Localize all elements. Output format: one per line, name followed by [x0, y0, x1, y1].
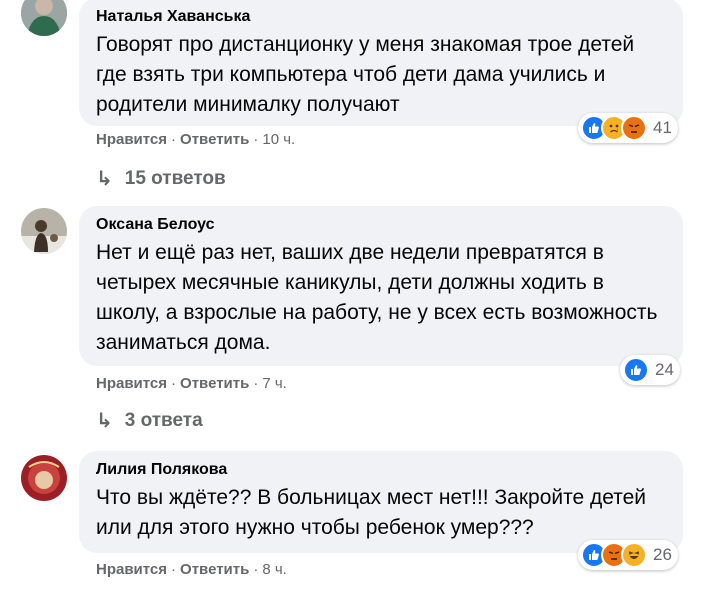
like-icon [623, 357, 649, 383]
timestamp[interactable]: 10 ч. [262, 131, 295, 148]
comment-bubble: Лилия Полякова Что вы ждёте?? В больница… [79, 451, 683, 553]
comment-text: Говорят про дистанционку у меня знакомая… [96, 33, 635, 116]
replies-count: 3 ответа [124, 409, 203, 431]
comment-author[interactable]: Наталья Хаванська [96, 8, 666, 26]
like-link[interactable]: Нравится [96, 131, 167, 148]
view-replies-button[interactable]: ↳ 3 ответа [96, 408, 203, 433]
comment-text: Нет и ещё раз нет, ваших две недели прев… [96, 241, 658, 354]
angry-icon [621, 115, 647, 141]
avatar[interactable] [21, 0, 67, 36]
reactions-summary[interactable]: 41 [578, 113, 678, 143]
like-link[interactable]: Нравится [96, 375, 167, 392]
comment-text: Что вы ждёте?? В больницах мест нет!!! З… [96, 486, 647, 539]
reply-link[interactable]: Ответить [180, 375, 249, 392]
comment-actions: Нравится · Ответить · 10 ч. [96, 131, 295, 148]
separator: · [253, 375, 259, 392]
timestamp[interactable]: 8 ч. [262, 561, 287, 578]
separator: · [253, 131, 259, 148]
separator: · [253, 561, 259, 578]
reaction-count: 26 [653, 545, 672, 564]
reply-link[interactable]: Ответить [180, 131, 249, 148]
avatar-image [21, 455, 67, 501]
reply-arrow-icon: ↳ [96, 168, 113, 190]
reactions-summary[interactable]: 26 [578, 540, 678, 570]
reaction-count: 41 [653, 118, 672, 137]
reply-arrow-icon: ↳ [96, 410, 113, 432]
comment-bubble: Наталья Хаванська Говорят про дистанцион… [79, 0, 683, 126]
avatar-image [21, 0, 67, 36]
reactions-summary[interactable]: 24 [620, 355, 680, 385]
view-replies-button[interactable]: ↳ 15 ответов [96, 166, 226, 191]
comment-author[interactable]: Лилия Полякова [96, 461, 666, 479]
reaction-count: 24 [655, 360, 674, 379]
timestamp[interactable]: 7 ч. [262, 375, 287, 392]
avatar[interactable] [21, 455, 67, 501]
comment-actions: Нравится · Ответить · 8 ч. [96, 561, 287, 578]
comment-bubble: Оксана Белоус Нет и ещё раз нет, ваших д… [79, 206, 683, 366]
separator: · [171, 375, 177, 392]
replies-count: 15 ответов [124, 167, 226, 189]
comment-actions: Нравится · Ответить · 7 ч. [96, 375, 287, 392]
like-link[interactable]: Нравится [96, 561, 167, 578]
haha-icon [621, 542, 647, 568]
separator: · [171, 131, 177, 148]
avatar[interactable] [21, 208, 67, 254]
avatar-image [21, 208, 67, 254]
comment-author[interactable]: Оксана Белоус [96, 216, 666, 234]
reply-link[interactable]: Ответить [180, 561, 249, 578]
separator: · [171, 561, 177, 578]
